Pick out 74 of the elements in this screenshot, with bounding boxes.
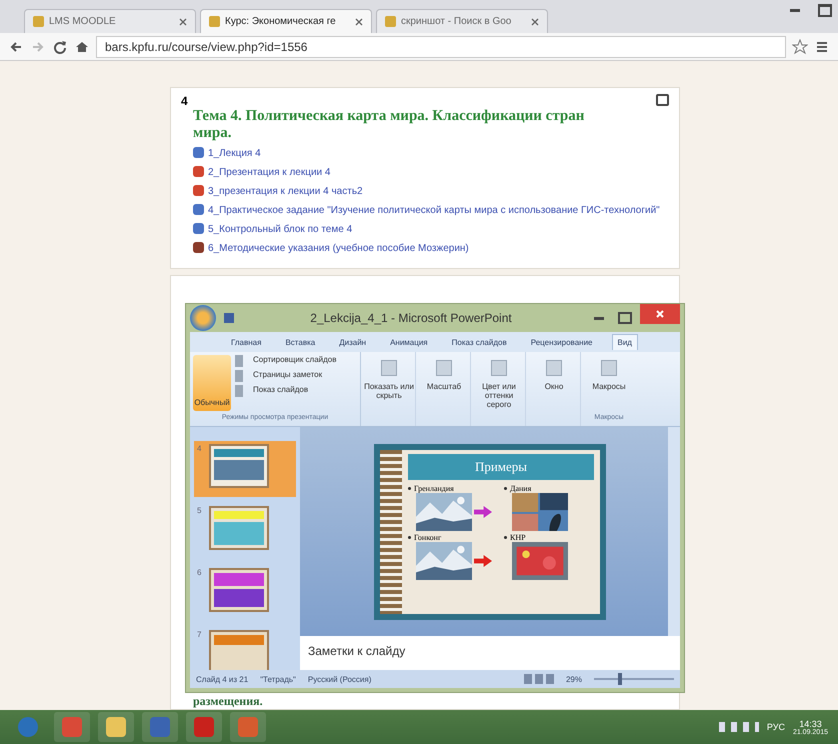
ribbon-tab[interactable]: Вставка xyxy=(280,334,320,350)
star-icon[interactable] xyxy=(792,38,808,54)
resource-link[interactable]: 2_Презентация к лекции 4 xyxy=(208,165,330,180)
close-button[interactable] xyxy=(640,304,680,324)
notes-field[interactable]: Заметки к слайду xyxy=(300,636,680,670)
favicon-icon xyxy=(385,16,396,27)
section-number: 4 xyxy=(181,94,188,108)
file-icon xyxy=(193,204,204,215)
maximize-button[interactable] xyxy=(618,312,632,324)
resource-link[interactable]: 5_Контрольный блок по теме 4 xyxy=(208,222,352,237)
browser-tab[interactable]: LMS MOODLE xyxy=(24,9,196,33)
favicon-icon xyxy=(209,16,220,27)
slide-thumbnail[interactable]: 5 xyxy=(194,503,296,559)
address-field[interactable]: bars.kpfu.ru/course/view.php?id=1556 xyxy=(96,36,786,58)
view-icons[interactable] xyxy=(524,674,554,684)
close-icon[interactable] xyxy=(355,18,363,26)
file-icon xyxy=(193,185,204,196)
slide-caption: Гренландия xyxy=(414,484,454,492)
bullet-icon xyxy=(504,536,507,538)
window-title: 2_Lekcija_4_1 - Microsoft PowerPoint xyxy=(309,311,513,325)
file-icon xyxy=(193,242,204,253)
close-icon[interactable] xyxy=(531,18,539,26)
view-button[interactable]: Сортировщик слайдов xyxy=(235,355,337,367)
slide-thumbnail[interactable]: 6 xyxy=(194,565,296,621)
close-icon[interactable] xyxy=(179,18,187,26)
ribbon-button[interactable]: Макросы xyxy=(583,352,635,414)
ribbon-button[interactable]: Масштаб xyxy=(418,352,471,426)
bullet-icon xyxy=(504,486,507,490)
resource-link[interactable]: 3_презентация к лекции 4 часть2 xyxy=(208,184,363,199)
status-text: "Тетрадь" xyxy=(260,674,296,684)
zoom-level: 29% xyxy=(566,674,582,684)
slide-caption: КНР xyxy=(510,532,526,542)
ribbon-tab[interactable]: Главная xyxy=(226,334,266,350)
language-indicator[interactable]: РУС xyxy=(766,722,785,732)
ribbon-tab[interactable]: Рецензирование xyxy=(526,334,598,350)
tray-icons[interactable] xyxy=(718,722,759,732)
minimize-button[interactable] xyxy=(594,316,604,320)
view-button[interactable]: Страницы заметок xyxy=(235,370,337,382)
section-title: размещения. xyxy=(192,694,263,709)
status-text: Русский (Россия) xyxy=(308,674,372,684)
view-button[interactable]: Обычный xyxy=(193,355,231,411)
ribbon-tab[interactable]: Дизайн xyxy=(334,334,372,350)
bullet-icon xyxy=(408,536,411,538)
ribbon-button[interactable]: Цвет или оттенки серого xyxy=(473,352,526,426)
file-icon xyxy=(193,147,204,158)
ribbon-tab[interactable]: Анимация xyxy=(385,334,433,350)
ribbon-button[interactable]: Показать или скрыть xyxy=(363,352,416,426)
reload-icon[interactable] xyxy=(52,38,68,54)
checkbox-icon[interactable] xyxy=(656,94,669,106)
view-button[interactable]: Показ слайдов xyxy=(235,385,337,397)
resource-link[interactable]: 1_Лекция 4 xyxy=(208,146,261,161)
clock-time: 14:33 xyxy=(799,718,822,728)
resource-link[interactable]: 4_Практическое задание "Изучение политической карты мира с использование ГИС-технологий" xyxy=(208,203,660,218)
bullet-icon xyxy=(408,486,411,490)
file-icon xyxy=(193,166,204,177)
scrollbar[interactable] xyxy=(668,427,680,636)
slide-caption: Гонконг xyxy=(414,532,442,542)
ribbon-button[interactable]: Окно xyxy=(528,352,581,426)
slide-title: Примеры xyxy=(408,454,594,480)
browser-tab[interactable]: Курс: Экономическая ге xyxy=(200,9,372,33)
ribbon-tab[interactable]: Показ слайдов xyxy=(446,334,512,350)
office-button[interactable] xyxy=(190,305,216,331)
favicon-icon xyxy=(33,16,44,27)
section-title: Тема 4. Политическая карта мира. Классификации стран мира. xyxy=(192,108,586,142)
status-text: Слайд 4 из 21 xyxy=(196,674,248,684)
arrow-icon xyxy=(474,554,492,566)
resource-link[interactable]: 6_Методические указания (учебное пособие Мозжерин) xyxy=(208,241,469,256)
file-icon xyxy=(193,223,204,234)
slide-caption: Дания xyxy=(510,484,532,492)
arrow-icon xyxy=(474,506,492,518)
taskbar-app-icon[interactable] xyxy=(98,712,134,742)
close-icon xyxy=(655,309,665,319)
browser-tab[interactable]: скриншот - Поиск в Goo xyxy=(376,9,548,33)
ribbon-tab[interactable]: Вид xyxy=(612,334,638,350)
